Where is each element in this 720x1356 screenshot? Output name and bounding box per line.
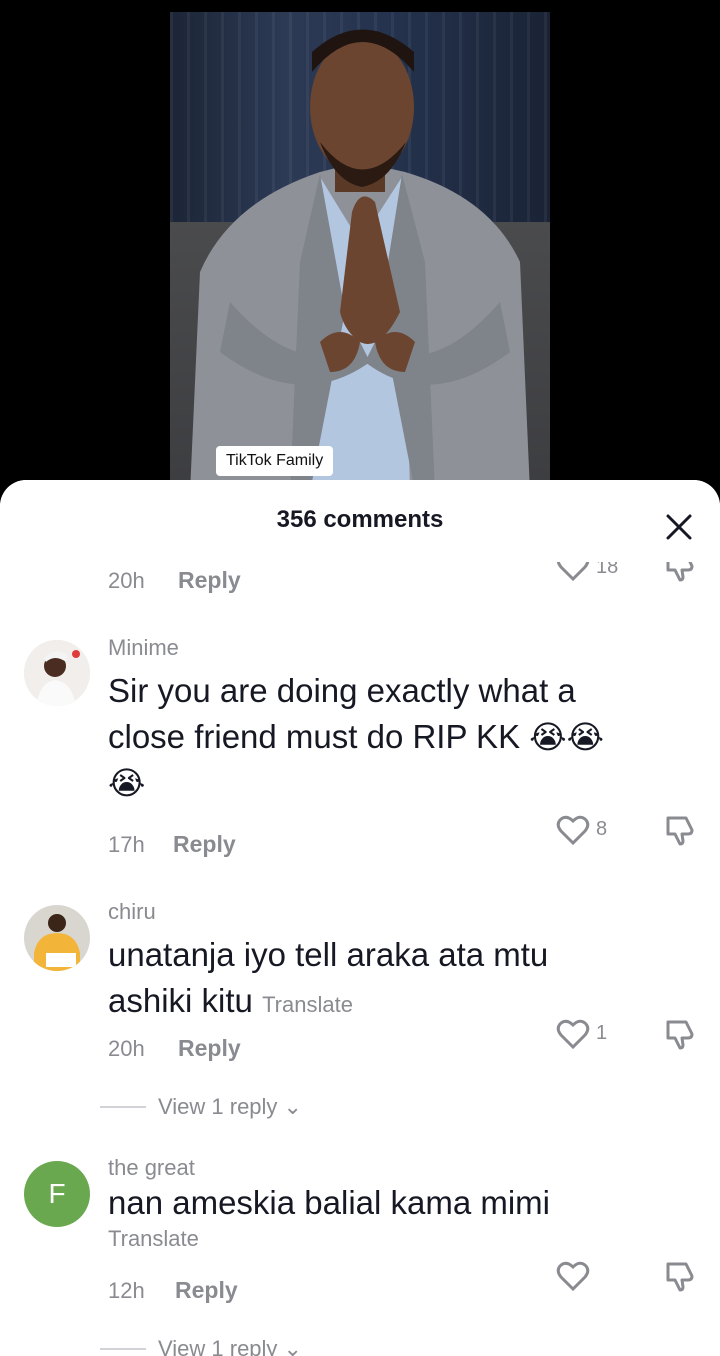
- crying-emoji: 😭: [108, 765, 146, 801]
- like-count: 1: [596, 1022, 608, 1044]
- comment-text-line: nan ameskia balial kama mimi: [108, 1184, 551, 1221]
- sheet-header: 356 comments: [0, 480, 720, 562]
- close-icon[interactable]: [660, 508, 698, 546]
- comment-username[interactable]: Minime: [108, 635, 179, 661]
- video-caption-label: TikTok Family: [216, 446, 334, 476]
- comment-text-line: unatanja iyo tell araka ata mtu: [108, 936, 549, 973]
- heart-icon[interactable]: [556, 814, 590, 846]
- comment-username[interactable]: the great: [108, 1155, 195, 1181]
- comment-text: unatanja iyo tell araka ata mtu ashiki k…: [108, 932, 688, 1028]
- translate-link[interactable]: Translate: [108, 1226, 199, 1252]
- heart-icon[interactable]: [556, 1018, 590, 1050]
- comment-time: 17h: [108, 832, 145, 857]
- comment-text-line: Sir you are doing exactly what a: [108, 672, 576, 709]
- comments-sheet: 20h Reply 1 8 Minime Sir you are doing ex…: [0, 480, 720, 1356]
- reply-button[interactable]: Reply: [178, 567, 241, 594]
- view-replies-button[interactable]: View 1 reply ⌄: [158, 1094, 302, 1120]
- dislike-icon[interactable]: [664, 814, 698, 846]
- avatar-photo: [24, 905, 90, 971]
- crying-emoji: 😭😭: [529, 719, 605, 755]
- comment-text-line: ashiki kitu Translate: [108, 978, 688, 1028]
- avatar[interactable]: [24, 640, 90, 706]
- video-frame: [170, 12, 550, 492]
- comment-time: 20h: [108, 1036, 145, 1061]
- divider: [100, 1106, 146, 1108]
- comment-text: nan ameskia balial kama mimi: [108, 1180, 688, 1226]
- comments-count-title: 356 comments: [276, 506, 444, 533]
- translate-link[interactable]: Translate: [262, 992, 353, 1017]
- comment-text: Sir you are doing exactly what a close f…: [108, 668, 688, 806]
- reply-button[interactable]: Reply: [178, 1035, 241, 1062]
- view-replies-button[interactable]: View 1 reply ⌄: [158, 1336, 302, 1356]
- dislike-icon[interactable]: [664, 1260, 698, 1292]
- man-praying-illustration: [190, 29, 530, 492]
- divider: [100, 1348, 146, 1350]
- comment-text-fragment: close friend must do RIP KK: [108, 718, 521, 755]
- heart-icon[interactable]: [556, 1260, 590, 1292]
- comment-time: 12h: [108, 1278, 145, 1303]
- reply-button[interactable]: Reply: [173, 831, 236, 858]
- avatar-initial: F: [48, 1178, 66, 1209]
- comment-text-line: close friend must do RIP KK 😭😭: [108, 714, 688, 760]
- reply-button[interactable]: Reply: [175, 1277, 238, 1304]
- dislike-icon[interactable]: [664, 1018, 698, 1050]
- comment-username[interactable]: chiru: [108, 899, 156, 925]
- video-player[interactable]: TikTok Family: [0, 0, 720, 500]
- avatar[interactable]: F: [24, 1161, 90, 1227]
- comment-time: 20h: [108, 568, 145, 593]
- comment-list[interactable]: 20h Reply 1 8 Minime Sir you are doing ex…: [0, 480, 720, 1356]
- avatar[interactable]: [24, 905, 90, 971]
- like-count: 8: [596, 818, 608, 840]
- avatar-photo: [24, 640, 90, 706]
- comment-text-fragment: ashiki kitu: [108, 982, 253, 1019]
